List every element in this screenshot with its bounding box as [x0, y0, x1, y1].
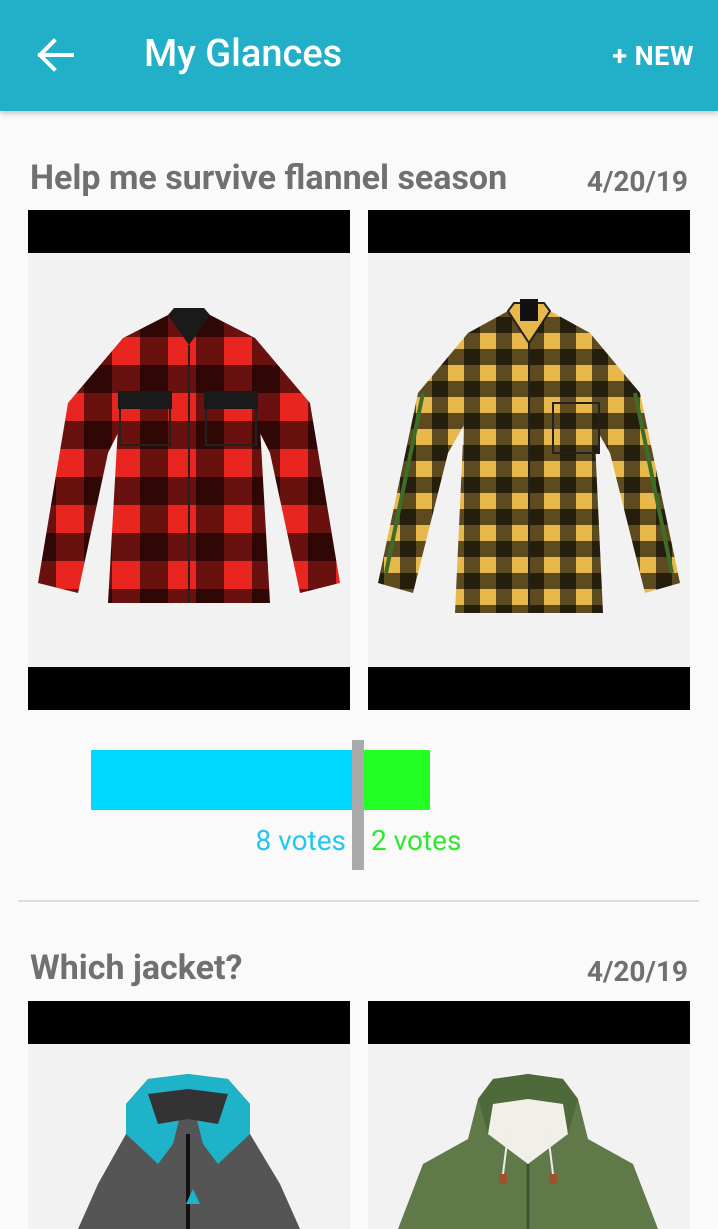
vote-count-option-1: 8 votes	[255, 824, 346, 857]
yellow-flannel-shirt-image	[378, 299, 680, 613]
red-flannel-shirt-image	[38, 308, 340, 603]
glance-title: Help me survive flannel season	[30, 158, 508, 198]
back-button[interactable]	[36, 38, 76, 72]
new-glance-button[interactable]: + NEW	[612, 40, 694, 72]
vote-count-option-2: 2 votes	[371, 824, 462, 857]
option-image-teal-jacket[interactable]	[28, 1001, 350, 1229]
option-image-yellow-flannel[interactable]	[368, 210, 690, 710]
option-image-red-flannel[interactable]	[28, 210, 350, 710]
arrow-left-icon	[37, 38, 74, 72]
vote-bar-option-1	[91, 750, 354, 810]
divider	[18, 900, 699, 902]
glance-date: 4/20/19	[586, 955, 688, 988]
option-image-green-jacket[interactable]	[368, 1001, 690, 1229]
green-jacket-image	[398, 1074, 658, 1229]
page-title: My Glances	[144, 32, 343, 76]
vote-divider	[352, 740, 364, 870]
teal-jacket-image	[78, 1074, 300, 1229]
vote-bar-option-2	[364, 750, 430, 810]
glance-title: Which jacket?	[30, 948, 243, 988]
app-bar: My Glances + NEW	[0, 0, 718, 111]
glance-date: 4/20/19	[586, 165, 688, 198]
